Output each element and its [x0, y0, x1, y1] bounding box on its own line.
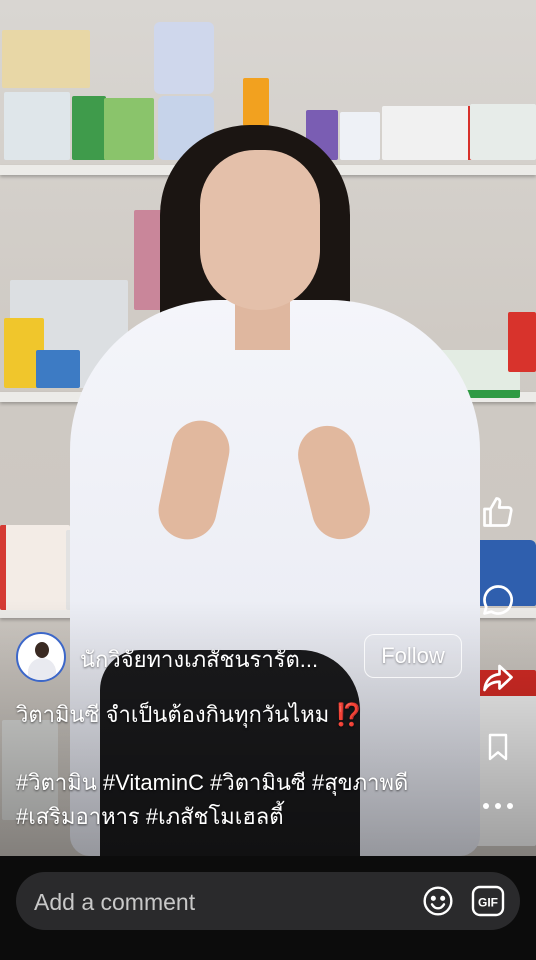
product-box	[104, 98, 154, 160]
gif-icon[interactable]: GIF	[471, 885, 505, 917]
product-box	[470, 104, 536, 160]
bookmark-icon	[488, 733, 508, 761]
product-box	[508, 312, 536, 372]
comment-box: GIF	[16, 872, 520, 932]
avatar-body	[28, 658, 56, 680]
post-caption[interactable]: วิตามินซี จำเป็นต้องกินทุกวันไหม ⁉️	[16, 700, 446, 730]
save-button[interactable]	[478, 727, 518, 767]
caption-text: วิตามินซี จำเป็นต้องกินทุกวันไหม	[16, 702, 330, 727]
hashtag[interactable]: #สุขภาพดี	[312, 770, 408, 795]
hashtag[interactable]: #VitaminC	[103, 770, 204, 795]
share-button[interactable]	[478, 658, 518, 698]
author-name[interactable]: นักวิจัยทางเภสัชนรารัต...	[80, 642, 318, 677]
comment-button[interactable]	[478, 580, 518, 620]
follow-button[interactable]: Follow	[364, 634, 462, 678]
hashtag[interactable]: #วิตามินซี	[210, 770, 306, 795]
product-can	[154, 22, 214, 94]
more-button[interactable]	[478, 786, 518, 826]
author-row: นักวิจัยทางเภสัชนรารัต... Follow	[16, 630, 466, 686]
product-box	[340, 112, 380, 160]
share-arrow-icon	[483, 664, 513, 692]
hashtag-list: #วิตามิน #VitaminC #วิตามินซี #สุขภาพดี …	[16, 766, 456, 834]
product-box	[2, 30, 90, 88]
svg-text:GIF: GIF	[478, 896, 498, 910]
product-box	[243, 78, 269, 126]
comment-bubble-icon	[483, 585, 513, 615]
avatar[interactable]	[16, 632, 66, 682]
product-box	[4, 92, 70, 160]
interrobang-emoji: ⁉️	[335, 702, 363, 727]
comment-bar: GIF	[0, 856, 536, 960]
avatar-head	[35, 642, 49, 658]
hashtag[interactable]: #วิตามิน	[16, 770, 97, 795]
hashtag[interactable]: #เภสัชโมเฮลตี้	[146, 804, 284, 829]
thumbs-up-icon	[483, 497, 513, 527]
more-dots-icon	[483, 803, 513, 809]
comment-input[interactable]	[32, 872, 416, 932]
presenter-face	[200, 150, 320, 310]
hashtag[interactable]: #เสริมอาหาร	[16, 804, 140, 829]
smiley-icon[interactable]	[422, 885, 454, 917]
like-button[interactable]	[478, 492, 518, 532]
product-box	[72, 96, 106, 160]
product-box	[0, 525, 70, 610]
product-box	[36, 350, 80, 388]
